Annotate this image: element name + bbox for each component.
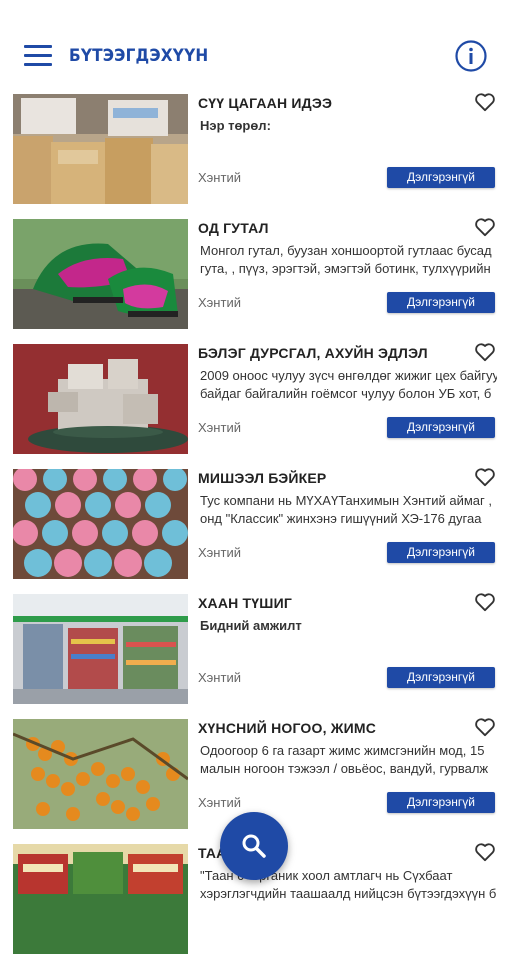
- app-header: БҮТЭЭГДЭХҮҮН: [0, 0, 507, 92]
- favorite-heart-icon[interactable]: [474, 592, 496, 612]
- item-title: ОД ГУТАЛ: [198, 220, 269, 236]
- list-item[interactable]: БЭЛЭГ ДУРСГАЛ, АХУЙН ЭДЛЭЛ 2009 оноос чу…: [0, 342, 507, 467]
- item-description: Монгол гутал, буузан хоншоортой гутлаас …: [200, 243, 492, 276]
- item-title: МИШЭЭЛ БЭЙКЕР: [198, 470, 327, 486]
- item-title: ХҮНСНИЙ НОГОО, ЖИМС: [198, 720, 377, 736]
- product-image: [13, 844, 188, 954]
- product-image: [13, 719, 188, 829]
- product-image: [13, 344, 188, 454]
- item-title: СҮҮ ЦАГААН ИДЭЭ: [198, 95, 333, 111]
- list-item[interactable]: СҮҮ ЦАГААН ИДЭЭ Нэр төрөл: Хэнтий Дэлгэр…: [0, 92, 507, 217]
- item-title: БЭЛЭГ ДУРСГАЛ, АХУЙН ЭДЛЭЛ: [198, 345, 428, 361]
- item-description: Нэр төрөл:: [200, 118, 271, 133]
- product-image: [13, 219, 188, 329]
- details-button[interactable]: Дэлгэрэнгүй: [387, 792, 495, 813]
- favorite-heart-icon[interactable]: [474, 717, 496, 737]
- item-description: Одоогоор 6 га газарт жимс жимсгэнийн мод…: [200, 743, 489, 776]
- list-item[interactable]: МИШЭЭЛ БЭЙКЕР Тус компани нь МҮХАҮТанхим…: [0, 467, 507, 592]
- details-button[interactable]: Дэлгэрэнгүй: [387, 167, 495, 188]
- details-button[interactable]: Дэлгэрэнгүй: [387, 542, 495, 563]
- item-location: Хэнтий: [198, 170, 241, 185]
- item-location: Хэнтий: [198, 795, 241, 810]
- details-button[interactable]: Дэлгэрэнгүй: [387, 667, 495, 688]
- list-item[interactable]: ОД ГУТАЛ Монгол гутал, буузан хоншоортой…: [0, 217, 507, 342]
- product-image: [13, 594, 188, 704]
- item-description: Тус компани нь МҮХАҮТанхимын Хэнтий айма…: [200, 493, 492, 526]
- favorite-heart-icon[interactable]: [474, 342, 496, 362]
- details-button[interactable]: Дэлгэрэнгүй: [387, 292, 495, 313]
- favorite-heart-icon[interactable]: [474, 217, 496, 237]
- item-location: Хэнтий: [198, 670, 241, 685]
- item-location: Хэнтий: [198, 420, 241, 435]
- details-button[interactable]: Дэлгэрэнгүй: [387, 417, 495, 438]
- list-item[interactable]: ХААН ТҮШИГ Бидний амжилт Хэнтий Дэлгэрэн…: [0, 592, 507, 717]
- favorite-heart-icon[interactable]: [474, 92, 496, 112]
- info-icon[interactable]: [455, 40, 487, 72]
- page-title: БҮТЭЭГДЭХҮҮН: [69, 46, 209, 66]
- favorite-heart-icon[interactable]: [474, 467, 496, 487]
- item-location: Хэнтий: [198, 545, 241, 560]
- search-icon: [242, 834, 266, 858]
- search-fab-button[interactable]: [220, 812, 288, 880]
- favorite-heart-icon[interactable]: [474, 842, 496, 862]
- product-image: [13, 469, 188, 579]
- product-image: [13, 94, 188, 204]
- item-location: Хэнтий: [198, 295, 241, 310]
- item-description: Бидний амжилт: [200, 618, 302, 633]
- item-description: 2009 оноос чулуу зүсч өнгөлдөг жижиг цех…: [200, 368, 497, 401]
- hamburger-menu-icon[interactable]: [24, 45, 52, 67]
- item-title: ХААН ТҮШИГ: [198, 595, 292, 611]
